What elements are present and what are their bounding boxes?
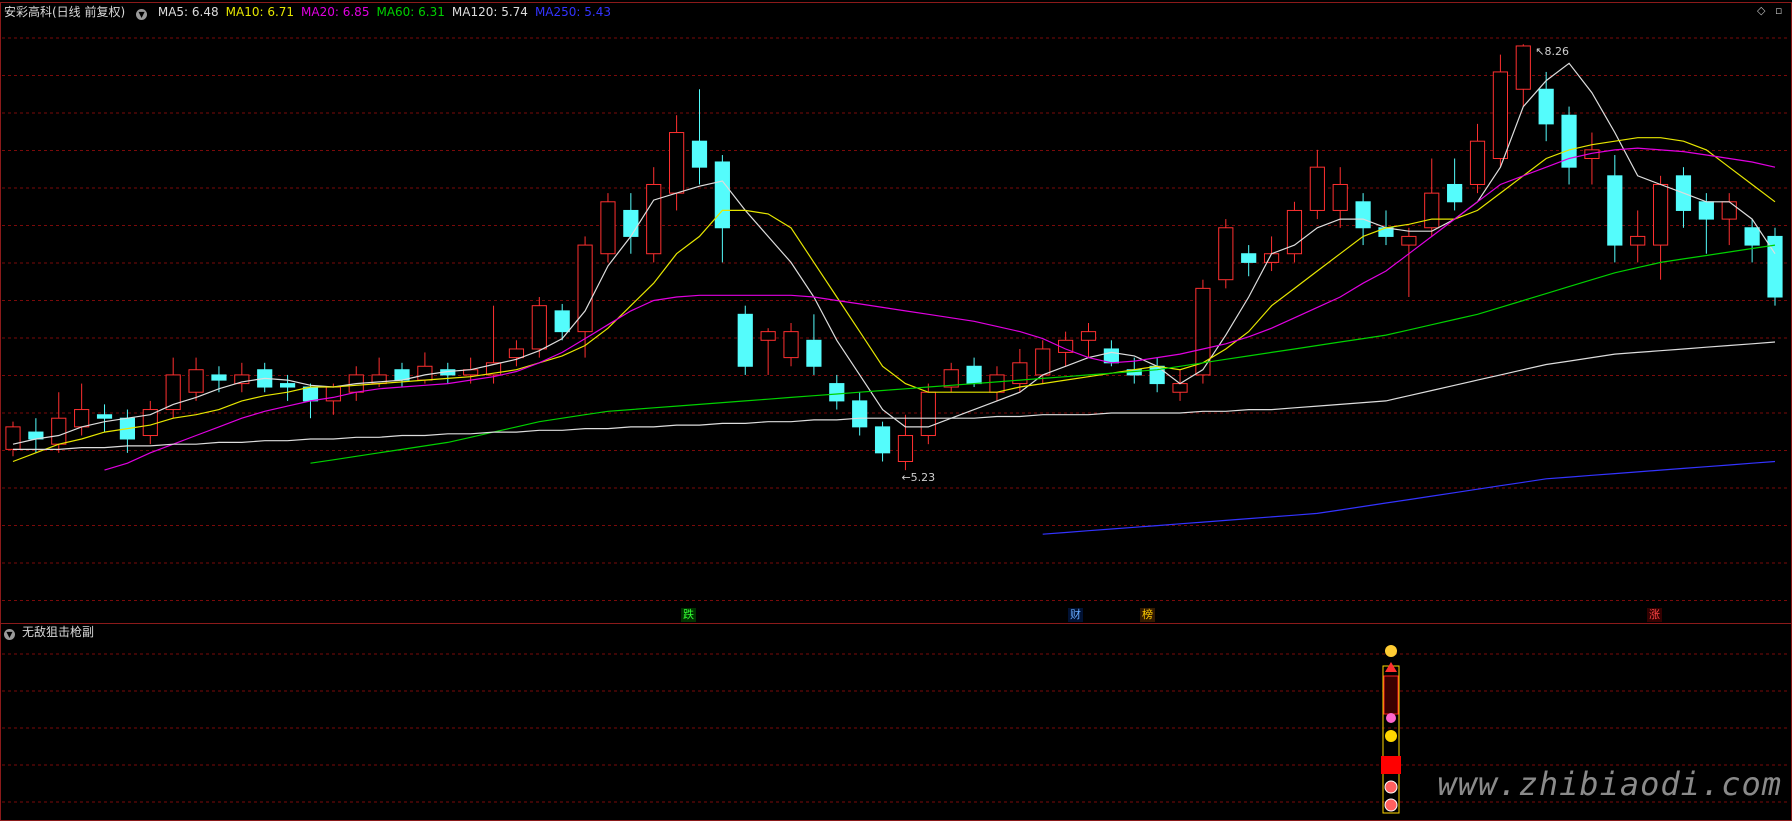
candle-up	[1332, 183, 1348, 211]
candle-up	[1309, 166, 1325, 211]
candle-up	[646, 183, 662, 255]
candle-up	[1469, 140, 1486, 185]
candle-down	[554, 310, 570, 333]
candle-down	[1607, 175, 1623, 246]
candle-down	[874, 426, 891, 454]
candle-down	[96, 414, 113, 419]
candle-up	[1172, 383, 1188, 393]
candle-up	[600, 201, 616, 255]
candle-up	[5, 426, 21, 450]
candle-up	[1035, 348, 1051, 376]
ma-line-ma250	[1042, 460, 1776, 535]
candle-up	[1424, 192, 1440, 229]
candle-up	[920, 391, 936, 437]
signal-label-rise: 涨	[1647, 608, 1662, 622]
candle-down	[1561, 114, 1577, 168]
candle-down	[737, 313, 753, 367]
ma-line-ma120	[13, 341, 1776, 450]
candle-down	[1355, 201, 1371, 229]
candle-down	[1447, 183, 1463, 203]
candle-up	[142, 409, 158, 437]
signal-label-fall: 跌	[681, 608, 696, 622]
candle-up	[1492, 71, 1508, 160]
candle-down	[966, 365, 982, 385]
stock-chart-app: 安彩高科(日线 前复权) ▼ MA5: 6.48 MA10: 6.71 MA20: …	[0, 0, 1792, 821]
candle-down	[1241, 253, 1257, 263]
candle-down	[1698, 201, 1714, 220]
candle-up	[760, 331, 776, 341]
candle-down	[1538, 88, 1554, 125]
sub-panel-title: 无敌狙击枪副	[22, 625, 95, 639]
candle-down	[302, 386, 319, 402]
watermark: www.zhibiaodi.com	[1437, 765, 1782, 803]
candle-up	[783, 331, 799, 359]
candle-down	[829, 383, 845, 402]
candle-up	[1721, 201, 1737, 220]
candle-up	[531, 305, 547, 350]
low-price-label: ←5.23	[901, 471, 935, 484]
candle-down	[1744, 227, 1760, 246]
candle-down	[280, 383, 296, 388]
candle-down	[1103, 348, 1119, 364]
candle-down	[852, 400, 868, 428]
candle-up	[74, 409, 90, 428]
candle-up	[1652, 183, 1669, 246]
candle-up	[51, 417, 67, 445]
candle-up	[1630, 235, 1646, 246]
candle-up	[1218, 227, 1234, 281]
candle-down	[623, 209, 639, 237]
candle-down	[691, 140, 708, 168]
ma-line-ma20	[104, 147, 1776, 471]
candle-down	[211, 374, 227, 381]
high-price-label: ↖8.26	[1535, 45, 1569, 58]
candle-up	[989, 374, 1005, 393]
sub-panel-header: ▼ 无敌狙击枪副	[4, 623, 101, 641]
ma-line-ma5	[12, 62, 1776, 445]
sub-toggle-icon[interactable]: ▼	[4, 629, 15, 640]
signal-label-ranking: 榜	[1140, 608, 1155, 622]
candle-down	[714, 161, 730, 229]
candle-up	[325, 386, 341, 402]
candle-up	[897, 435, 914, 462]
candle-up	[417, 365, 433, 381]
candle-up	[1515, 45, 1531, 90]
candle-up	[1401, 235, 1417, 246]
candle-up	[669, 132, 685, 194]
candle-up	[1080, 331, 1097, 341]
candle-up	[508, 348, 525, 359]
signal-label-finance: 财	[1068, 608, 1083, 622]
candle-up	[577, 244, 593, 333]
candle-up	[188, 369, 204, 393]
candle-down	[806, 339, 822, 367]
